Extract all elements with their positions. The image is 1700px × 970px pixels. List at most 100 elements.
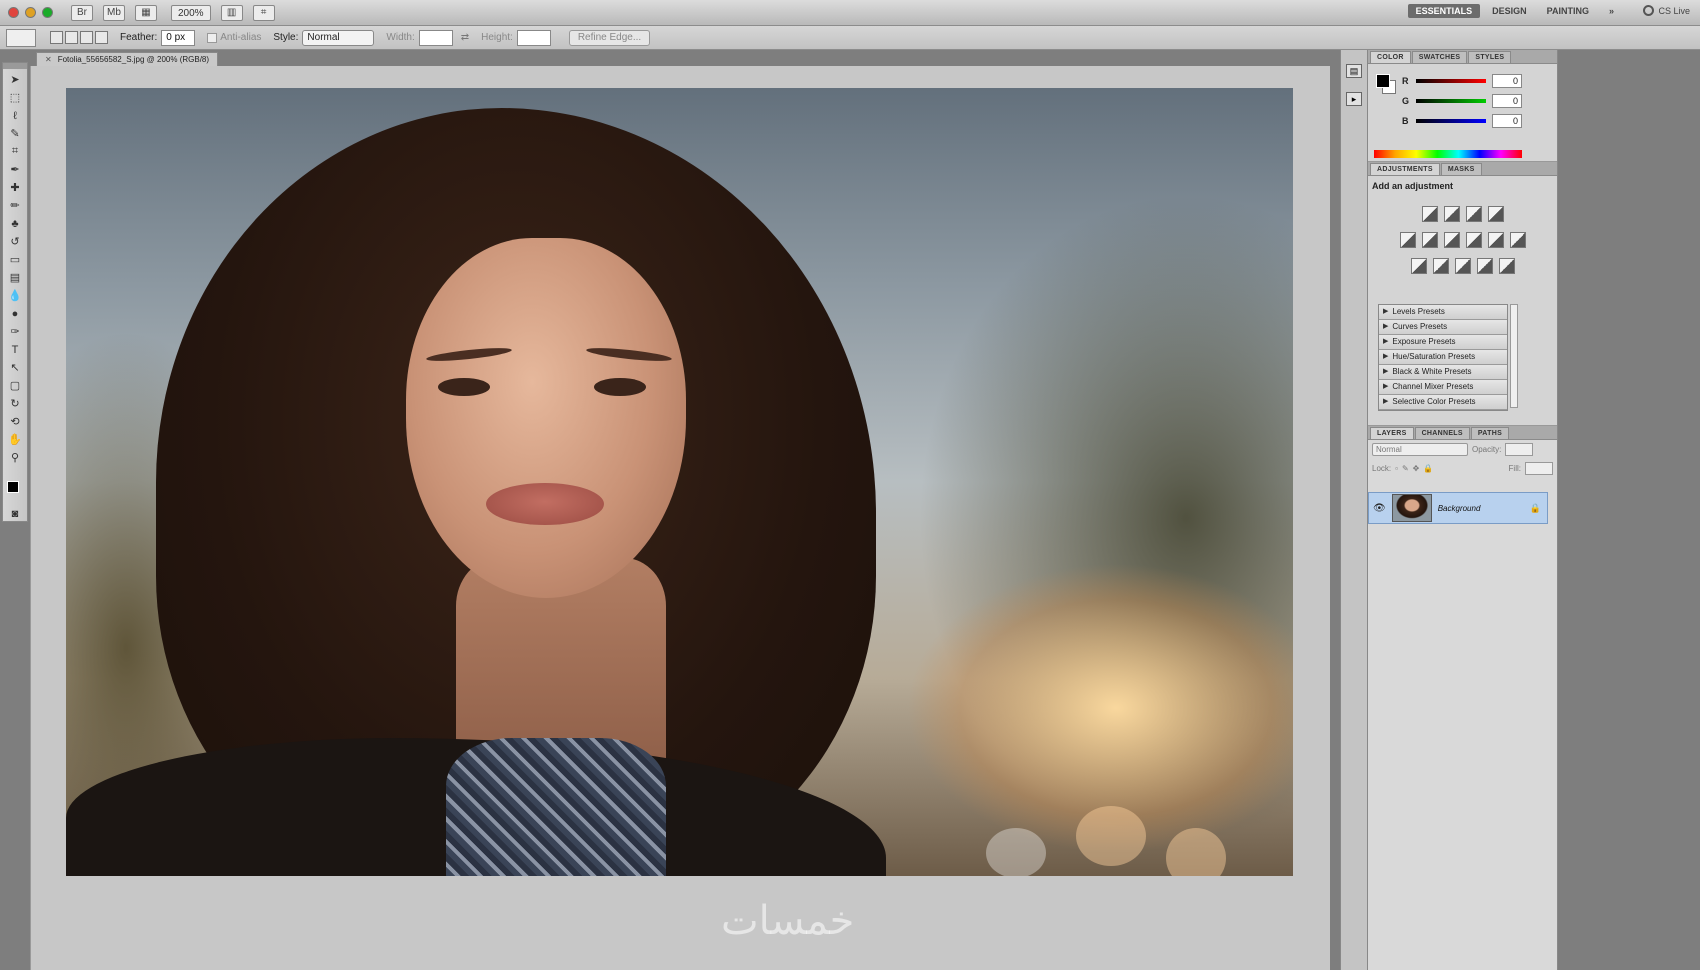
tab-color[interactable]: COLOR <box>1370 51 1411 63</box>
pen-tool-icon[interactable]: ✑ <box>6 324 24 339</box>
color-spectrum-bar[interactable] <box>1374 150 1522 158</box>
blue-value-input[interactable]: 0 <box>1492 114 1522 128</box>
path-selection-tool-icon[interactable]: ↖ <box>6 360 24 375</box>
width-input[interactable] <box>418 29 453 46</box>
lock-image-icon[interactable]: ✎ <box>1402 464 1409 473</box>
brush-tool-icon[interactable]: ✏ <box>6 198 24 213</box>
preset-selective-color[interactable]: ▶ Selective Color Presets <box>1379 395 1507 410</box>
move-tool-icon[interactable]: ➤ <box>6 72 24 87</box>
type-tool-icon[interactable]: T <box>6 342 24 357</box>
tab-layers[interactable]: LAYERS <box>1370 427 1414 439</box>
tab-masks[interactable]: MASKS <box>1440 163 1482 175</box>
portrait-photo[interactable] <box>66 88 1293 876</box>
crop-tool-icon[interactable]: ⌗ <box>6 144 24 159</box>
preset-levels[interactable]: ▶ Levels Presets <box>1379 305 1507 320</box>
preset-exposure[interactable]: ▶ Exposure Presets <box>1379 335 1507 350</box>
panel-foreground-swatch[interactable] <box>1376 74 1390 88</box>
black-white-icon[interactable] <box>1465 232 1482 248</box>
gradient-map-icon[interactable] <box>1476 258 1493 274</box>
style-select[interactable]: Normal <box>302 29 375 46</box>
hue-saturation-icon[interactable] <box>1421 232 1438 248</box>
fill-input[interactable] <box>1525 462 1553 475</box>
foreground-color-swatch[interactable] <box>7 481 19 493</box>
levels-icon[interactable] <box>1443 206 1460 222</box>
document-canvas-area[interactable]: خمسات <box>30 66 1330 970</box>
marquee-tool-icon[interactable]: ⬚ <box>6 90 24 105</box>
shape-tool-icon[interactable]: ▢ <box>6 378 24 393</box>
preset-hue-saturation[interactable]: ▶ Hue/Saturation Presets <box>1379 350 1507 365</box>
workspace-essentials[interactable]: ESSENTIALS <box>1407 4 1481 18</box>
selective-color-icon[interactable] <box>1498 258 1515 274</box>
add-selection-icon[interactable] <box>65 31 78 44</box>
tab-paths[interactable]: PATHS <box>1470 427 1510 439</box>
vibrance-icon[interactable] <box>1399 232 1416 248</box>
minimize-window-button[interactable] <box>25 7 36 18</box>
threshold-icon[interactable] <box>1454 258 1471 274</box>
workspace-more-button[interactable]: » <box>1601 4 1622 18</box>
tab-swatches[interactable]: SWATCHES <box>1411 51 1468 63</box>
cs-live-button[interactable]: CS Live <box>1643 5 1690 16</box>
tool-preset-picker[interactable] <box>6 28 36 47</box>
arrange-documents-icon[interactable]: ▥ <box>220 4 243 21</box>
tools-panel-grip[interactable] <box>3 63 27 69</box>
color-balance-icon[interactable] <box>1443 232 1460 248</box>
feather-input[interactable]: 0 px <box>161 29 196 46</box>
zoom-tool-icon[interactable]: ⚲ <box>6 450 24 465</box>
document-tab[interactable]: ✕ Fotolia_55656582_S.jpg @ 200% (RGB/8) <box>36 52 219 66</box>
photo-filter-icon[interactable] <box>1487 232 1504 248</box>
swap-dimensions-icon[interactable]: ⇄ <box>461 32 469 43</box>
posterize-icon[interactable] <box>1432 258 1449 274</box>
hand-tool-icon[interactable]: ✋ <box>6 432 24 447</box>
new-selection-icon[interactable] <box>50 31 63 44</box>
quick-selection-tool-icon[interactable]: ✎ <box>6 126 24 141</box>
tab-adjustments[interactable]: ADJUSTMENTS <box>1370 163 1440 175</box>
close-document-icon[interactable]: ✕ <box>45 53 52 66</box>
preset-curves[interactable]: ▶ Curves Presets <box>1379 320 1507 335</box>
3d-rotate-tool-icon[interactable]: ↻ <box>6 396 24 411</box>
view-extras-icon[interactable]: ▦ <box>135 4 157 21</box>
anti-alias-checkbox[interactable]: Anti-alias <box>207 32 261 43</box>
channel-mixer-icon[interactable] <box>1509 232 1526 248</box>
dodge-tool-icon[interactable]: ● <box>6 306 24 321</box>
brightness-contrast-icon[interactable] <box>1421 206 1438 222</box>
3d-orbit-tool-icon[interactable]: ⟲ <box>6 414 24 429</box>
history-brush-tool-icon[interactable]: ↺ <box>6 234 24 249</box>
preset-black-white[interactable]: ▶ Black & White Presets <box>1379 365 1507 380</box>
history-panel-icon[interactable]: ▤ <box>1346 64 1362 78</box>
workspace-design[interactable]: DESIGN <box>1484 4 1535 18</box>
invert-icon[interactable] <box>1410 258 1427 274</box>
eraser-tool-icon[interactable]: ▭ <box>6 252 24 267</box>
lock-all-icon[interactable]: 🔒 <box>1423 464 1433 473</box>
blue-slider[interactable] <box>1416 119 1486 123</box>
red-slider[interactable] <box>1416 79 1486 83</box>
tab-styles[interactable]: STYLES <box>1468 51 1512 63</box>
layer-name[interactable]: Background <box>1438 504 1481 513</box>
height-input[interactable] <box>516 29 551 46</box>
layer-row-background[interactable]: 👁 Background 🔒 <box>1368 492 1548 524</box>
opacity-input[interactable] <box>1505 443 1534 456</box>
lock-transparent-icon[interactable]: ▫ <box>1395 464 1398 473</box>
tab-channels[interactable]: CHANNELS <box>1414 427 1470 439</box>
preset-channel-mixer[interactable]: ▶ Channel Mixer Presets <box>1379 380 1507 395</box>
layer-visibility-eye-icon[interactable]: 👁 <box>1373 503 1386 514</box>
blur-tool-icon[interactable]: 💧 <box>6 288 24 303</box>
quick-mask-icon[interactable]: ◙ <box>6 506 24 521</box>
healing-brush-tool-icon[interactable]: ✚ <box>6 180 24 195</box>
zoom-level-select[interactable]: 200% <box>171 4 211 21</box>
green-value-input[interactable]: 0 <box>1492 94 1522 108</box>
blend-mode-select[interactable]: Normal <box>1372 443 1468 456</box>
green-slider[interactable] <box>1416 99 1486 103</box>
refine-edge-button[interactable]: Refine Edge... <box>568 29 651 46</box>
screen-mode-icon[interactable]: ⌗ <box>252 4 275 21</box>
lock-position-icon[interactable]: ✥ <box>1413 464 1420 473</box>
presets-scrollbar[interactable] <box>1510 304 1518 408</box>
exposure-icon[interactable] <box>1487 206 1504 222</box>
zoom-window-button[interactable] <box>42 7 53 18</box>
clone-stamp-tool-icon[interactable]: ♣ <box>6 216 24 231</box>
lasso-tool-icon[interactable]: ℓ <box>6 108 24 123</box>
workspace-painting[interactable]: PAINTING <box>1539 4 1597 18</box>
bridge-icon[interactable]: Br <box>71 4 93 21</box>
eyedropper-tool-icon[interactable]: ✒ <box>6 162 24 177</box>
intersect-selection-icon[interactable] <box>95 31 108 44</box>
curves-icon[interactable] <box>1465 206 1482 222</box>
